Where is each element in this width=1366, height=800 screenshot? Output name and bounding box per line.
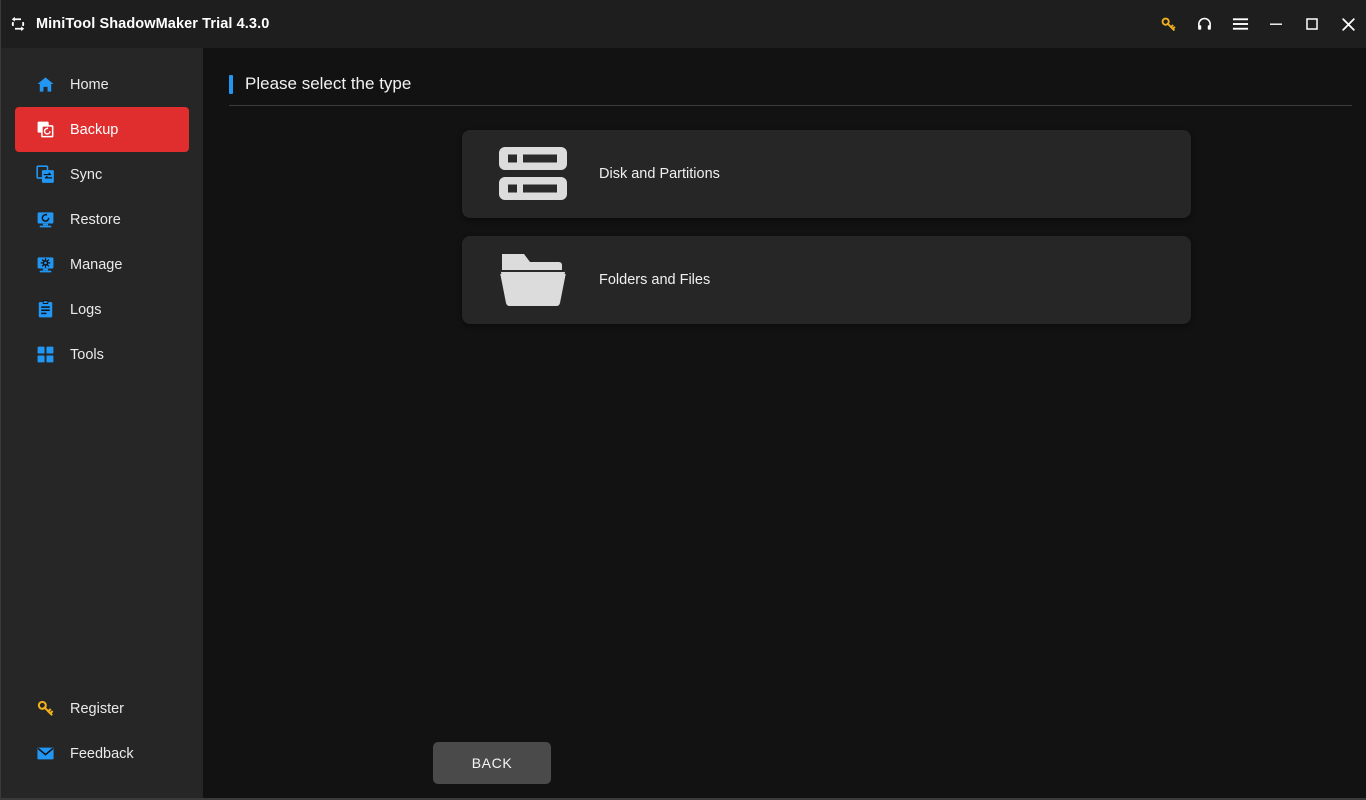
- hamburger-menu-icon[interactable]: [1222, 7, 1258, 41]
- restore-icon: [35, 209, 56, 230]
- sidebar-item-restore[interactable]: Restore: [15, 197, 189, 242]
- heading-accent-bar: [229, 74, 233, 94]
- sidebar-item-register[interactable]: Register: [15, 686, 189, 731]
- sidebar-item-sync[interactable]: Sync: [15, 152, 189, 197]
- sidebar-item-label: Logs: [70, 301, 102, 318]
- backup-type-disk-and-partitions[interactable]: Disk and Partitions: [462, 130, 1191, 218]
- backup-type-label: Folders and Files: [599, 272, 711, 288]
- backup-type-list: Disk and Partitions Folders and Files: [462, 130, 1191, 324]
- sidebar-item-feedback[interactable]: Feedback: [15, 731, 189, 776]
- sidebar-item-label: Manage: [70, 256, 123, 273]
- sidebar-item-label: Home: [70, 76, 109, 93]
- main-footer: BACK: [203, 742, 1366, 798]
- backup-icon: [35, 119, 56, 140]
- sidebar-item-label: Backup: [70, 121, 119, 138]
- sidebar-item-backup[interactable]: Backup: [15, 107, 189, 152]
- sidebar-item-label: Feedback: [70, 745, 134, 762]
- sidebar-item-label: Register: [70, 700, 124, 717]
- backup-type-folders-and-files[interactable]: Folders and Files: [462, 236, 1191, 324]
- home-icon: [35, 74, 56, 95]
- title-bar-controls: [1150, 0, 1366, 48]
- app-window: MiniTool ShadowMaker Trial 4.3.0 Home Ba…: [0, 0, 1366, 800]
- sidebar-item-label: Sync: [70, 166, 103, 183]
- sidebar-nav: Home Backup Sync Restore Manage Logs Too…: [1, 62, 203, 377]
- backup-type-label: Disk and Partitions: [599, 166, 720, 182]
- tools-icon: [35, 344, 56, 365]
- main-content: Please select the type Disk and Partitio…: [203, 48, 1366, 798]
- sidebar-item-logs[interactable]: Logs: [15, 287, 189, 332]
- logs-icon: [35, 299, 56, 320]
- close-icon[interactable]: [1330, 7, 1366, 41]
- disk-partitions-icon: [495, 143, 571, 205]
- sync-arrows-icon: [7, 13, 29, 35]
- window-body: Home Backup Sync Restore Manage Logs Too…: [1, 48, 1366, 798]
- page-header: Please select the type: [229, 74, 1352, 106]
- sidebar-item-home[interactable]: Home: [15, 62, 189, 107]
- headset-icon[interactable]: [1186, 7, 1222, 41]
- minimize-icon[interactable]: [1258, 7, 1294, 41]
- folder-icon: [495, 249, 571, 311]
- manage-icon: [35, 254, 56, 275]
- key-icon: [35, 698, 56, 719]
- sidebar-item-label: Restore: [70, 211, 121, 228]
- sidebar-item-tools[interactable]: Tools: [15, 332, 189, 377]
- back-button[interactable]: BACK: [433, 742, 551, 784]
- page-title: Please select the type: [245, 74, 412, 93]
- window-title: MiniTool ShadowMaker Trial 4.3.0: [36, 16, 270, 32]
- key-icon[interactable]: [1150, 7, 1186, 41]
- envelope-icon: [35, 743, 56, 764]
- sidebar-bottom-nav: Register Feedback: [1, 686, 203, 798]
- sync-icon: [35, 164, 56, 185]
- maximize-icon[interactable]: [1294, 7, 1330, 41]
- title-bar: MiniTool ShadowMaker Trial 4.3.0: [1, 0, 1366, 48]
- sidebar-item-label: Tools: [70, 346, 104, 363]
- sidebar: Home Backup Sync Restore Manage Logs Too…: [1, 48, 203, 798]
- sidebar-item-manage[interactable]: Manage: [15, 242, 189, 287]
